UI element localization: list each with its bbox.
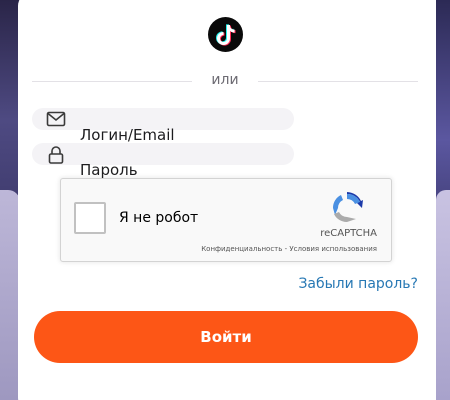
recaptcha-logo-icon <box>329 190 365 226</box>
password-input[interactable] <box>32 143 294 165</box>
recaptcha-label: Я не робот <box>119 210 199 226</box>
recaptcha-links: Конфиденциальность - Условия использован… <box>201 245 377 253</box>
recaptcha-privacy-link[interactable]: Конфиденциальность <box>201 245 282 253</box>
recaptcha-separator: - <box>284 245 288 253</box>
mail-icon <box>46 110 66 128</box>
background-art-left <box>0 0 20 400</box>
login-card: или Логин/Email Пароль Я не робот reCAPT… <box>18 0 436 400</box>
or-divider: или <box>32 72 418 90</box>
divider-text: или <box>211 72 239 88</box>
lock-icon <box>46 145 66 164</box>
forgot-password-link[interactable]: Забыли пароль? <box>298 276 418 292</box>
password-label: Пароль <box>80 161 138 179</box>
background-art-right <box>436 0 450 400</box>
recaptcha-widget: Я не робот reCAPTCHA Конфиденциальность … <box>60 178 392 262</box>
login-button[interactable]: Войти <box>34 311 418 363</box>
recaptcha-brand: reCAPTCHA <box>320 228 377 239</box>
divider-line <box>258 81 418 82</box>
recaptcha-checkbox[interactable] <box>74 202 106 234</box>
recaptcha-terms-link[interactable]: Условия использования <box>289 245 377 253</box>
login-label: Логин/Email <box>80 126 175 144</box>
tiktok-icon[interactable] <box>208 17 243 52</box>
